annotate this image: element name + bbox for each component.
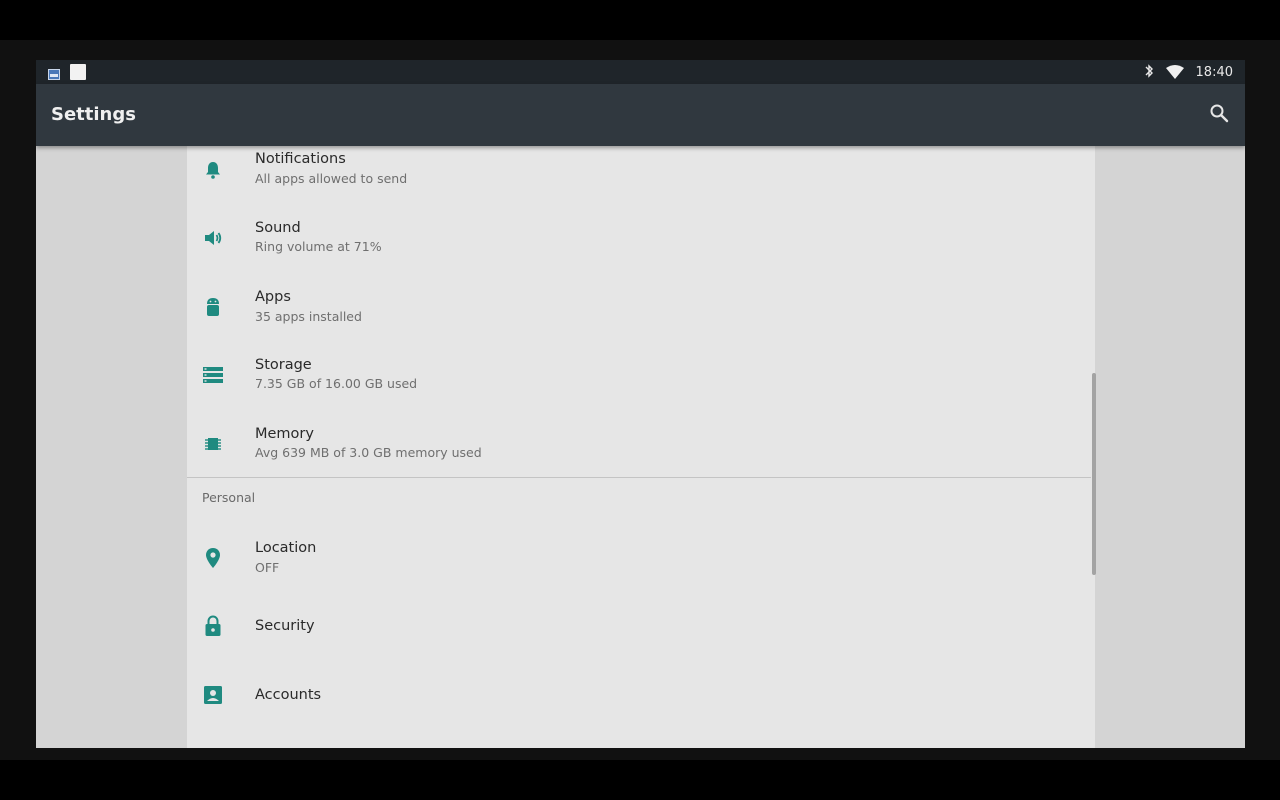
volume-icon [201,226,225,250]
settings-item-summary: OFF [255,560,280,575]
settings-list[interactable]: Notifications All apps allowed to send S… [187,146,1095,748]
memory-icon [201,432,225,456]
settings-item-title: Security [255,618,315,634]
settings-item-title: Memory [255,426,314,442]
status-time: 18:40 [1195,65,1233,80]
storage-icon [201,363,225,387]
section-divider [187,477,1091,478]
settings-item-summary: Ring volume at 71% [255,239,382,254]
settings-item-sound[interactable]: Sound Ring volume at 71% [187,204,1091,272]
settings-item-summary: Avg 639 MB of 3.0 GB memory used [255,445,482,460]
search-button[interactable] [1205,101,1233,129]
bluetooth-icon [1144,63,1154,83]
settings-item-title: Apps [255,289,291,305]
settings-item-summary: All apps allowed to send [255,171,408,186]
settings-item-title: Sound [255,220,301,236]
settings-item-memory[interactable]: Memory Avg 639 MB of 3.0 GB memory used [187,410,1091,478]
settings-item-accounts[interactable]: Accounts [187,661,1091,729]
settings-item-notifications[interactable]: Notifications All apps allowed to send [187,146,1091,204]
screen-cast-icon [48,65,60,84]
wifi-icon [1165,64,1184,83]
settings-item-storage[interactable]: Storage 7.35 GB of 16.00 GB used [187,341,1091,409]
settings-item-title: Storage [255,357,312,373]
settings-item-title: Notifications [255,151,346,167]
android-icon [201,295,225,319]
settings-item-apps[interactable]: Apps 35 apps installed [187,273,1091,341]
settings-item-title: Location [255,540,317,556]
status-bar: 18:40 [36,60,1245,84]
settings-item-security[interactable]: Security [187,592,1091,660]
device-screen: 18:40 Settings Notifications All apps al… [36,60,1245,748]
notification-square-icon [70,64,86,84]
app-bar: Settings [36,84,1245,146]
section-header-personal: Personal [202,490,256,505]
lock-icon [201,614,225,638]
page-title: Settings [51,104,136,125]
scrollbar[interactable] [1092,373,1096,575]
bell-icon [201,158,225,182]
location-pin-icon [201,546,225,570]
account-box-icon [201,683,225,707]
search-icon [1209,103,1229,127]
settings-item-location[interactable]: Location OFF [187,524,1091,592]
settings-item-summary: 7.35 GB of 16.00 GB used [255,376,418,391]
settings-item-title: Accounts [255,687,322,703]
settings-item-summary: 35 apps installed [255,309,362,324]
